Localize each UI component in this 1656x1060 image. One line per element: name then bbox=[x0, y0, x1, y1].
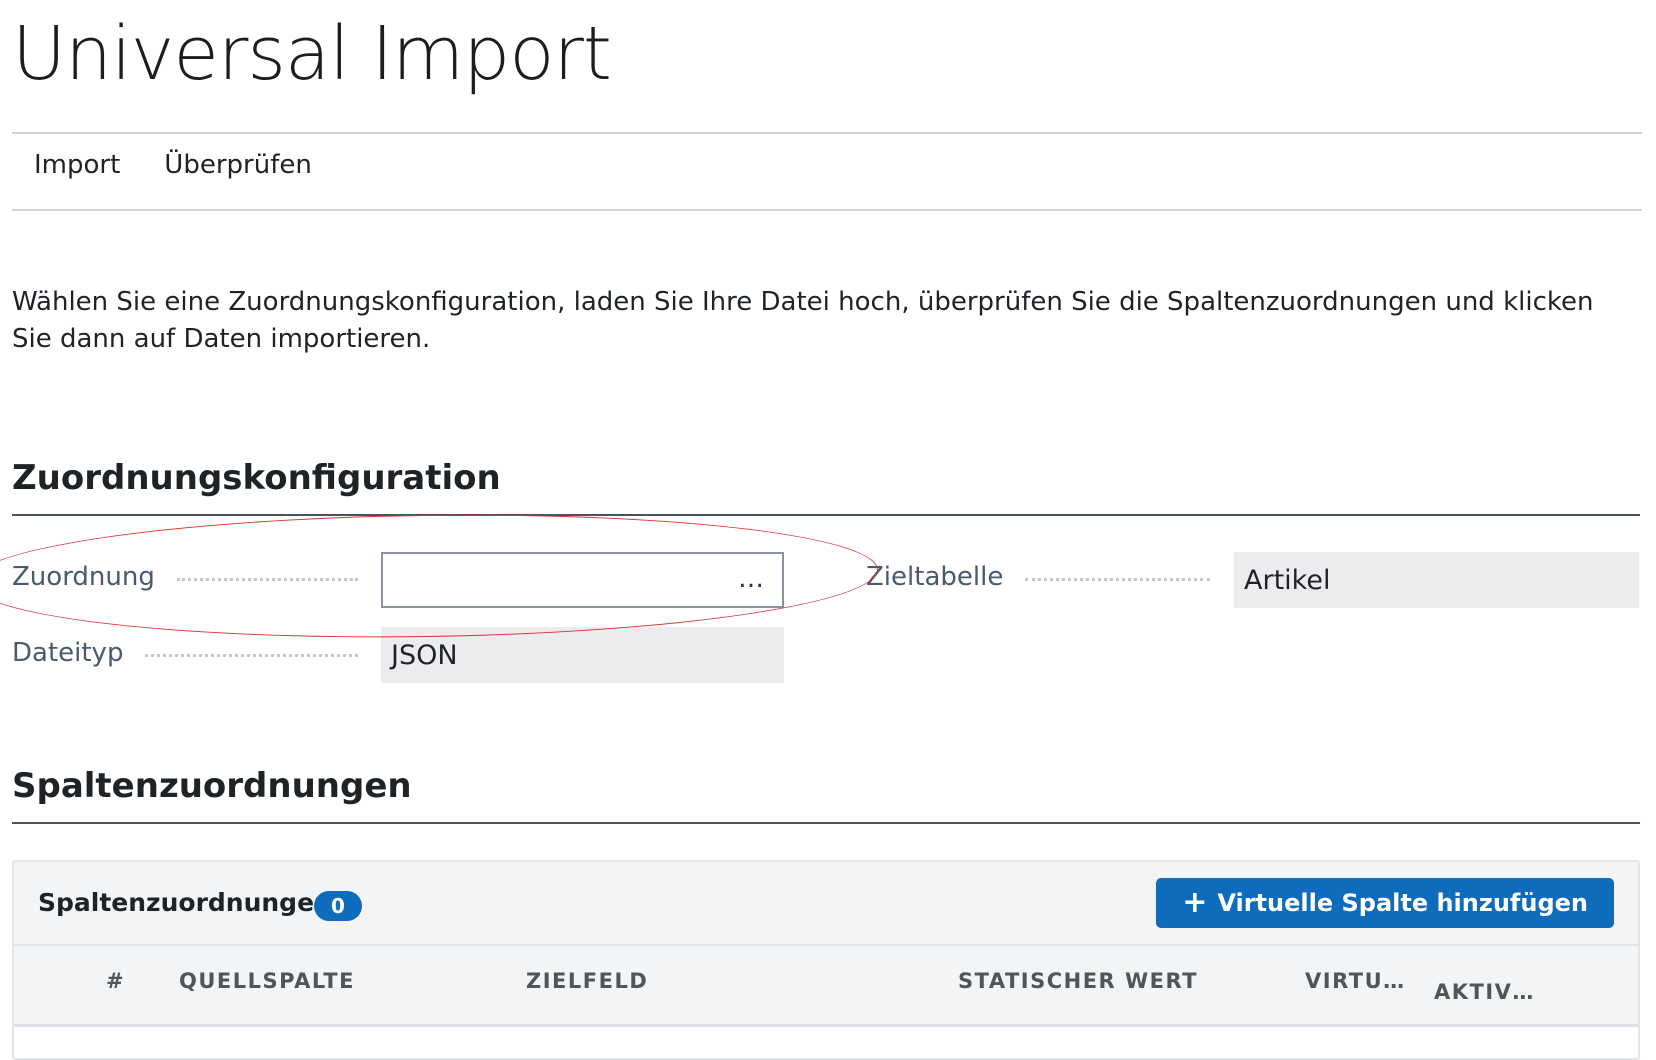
leader-dots bbox=[145, 653, 358, 657]
add-virtual-column-button[interactable]: + Virtuelle Spalte hinzufügen bbox=[1156, 878, 1614, 928]
mappings-heading: Spaltenzuordnungen bbox=[12, 766, 412, 806]
mapping-field: Zuordnung bbox=[12, 562, 372, 592]
target-table-label: Zieltabelle bbox=[866, 562, 1004, 592]
lookup-ellipsis-icon[interactable]: … bbox=[738, 564, 766, 594]
column-header-number[interactable]: # bbox=[106, 969, 125, 993]
plus-icon: + bbox=[1182, 885, 1208, 920]
config-heading: Zuordnungskonfiguration bbox=[12, 458, 501, 498]
leader-dots bbox=[176, 577, 358, 581]
add-virtual-column-label: Virtuelle Spalte hinzufügen bbox=[1217, 889, 1588, 917]
mapping-label: Zuordnung bbox=[12, 562, 155, 592]
target-table-value: Artikel bbox=[1234, 552, 1639, 608]
file-type-label: Dateityp bbox=[12, 638, 124, 668]
column-header-source[interactable]: QUELLSPALTE bbox=[179, 969, 355, 993]
grid-body bbox=[14, 1027, 1638, 1058]
column-header-active[interactable]: AKTIV… bbox=[1434, 980, 1535, 1004]
tab-review[interactable]: Überprüfen bbox=[164, 150, 312, 180]
file-type-field: Dateityp bbox=[12, 638, 372, 668]
count-badge: 0 bbox=[314, 891, 362, 921]
tab-divider bbox=[12, 209, 1642, 211]
config-heading-rule bbox=[12, 514, 1640, 516]
file-type-value: JSON bbox=[381, 627, 784, 683]
title-divider bbox=[12, 132, 1642, 134]
grid-title: Spaltenzuordnungen bbox=[38, 888, 332, 917]
column-header-static-value[interactable]: STATISCHER WERT bbox=[958, 969, 1198, 993]
column-header-target[interactable]: ZIELFELD bbox=[526, 969, 648, 993]
mapping-lookup-input[interactable]: … bbox=[381, 552, 784, 608]
tab-bar: Import Überprüfen bbox=[12, 150, 312, 180]
mappings-heading-rule bbox=[12, 822, 1640, 824]
intro-text: Wählen Sie eine Zuordnungskonfiguration,… bbox=[12, 287, 1594, 354]
leader-dots bbox=[1025, 577, 1210, 581]
target-table-field: Zieltabelle bbox=[866, 562, 1224, 592]
tab-import[interactable]: Import bbox=[34, 150, 120, 180]
column-header-virtual[interactable]: VIRTU… bbox=[1305, 969, 1406, 993]
grid-toolbar: Spaltenzuordnungen 0 + Virtuelle Spalte … bbox=[14, 862, 1638, 946]
page-title: Universal Import bbox=[12, 11, 612, 97]
column-mappings-grid: Spaltenzuordnungen 0 + Virtuelle Spalte … bbox=[12, 860, 1640, 1060]
